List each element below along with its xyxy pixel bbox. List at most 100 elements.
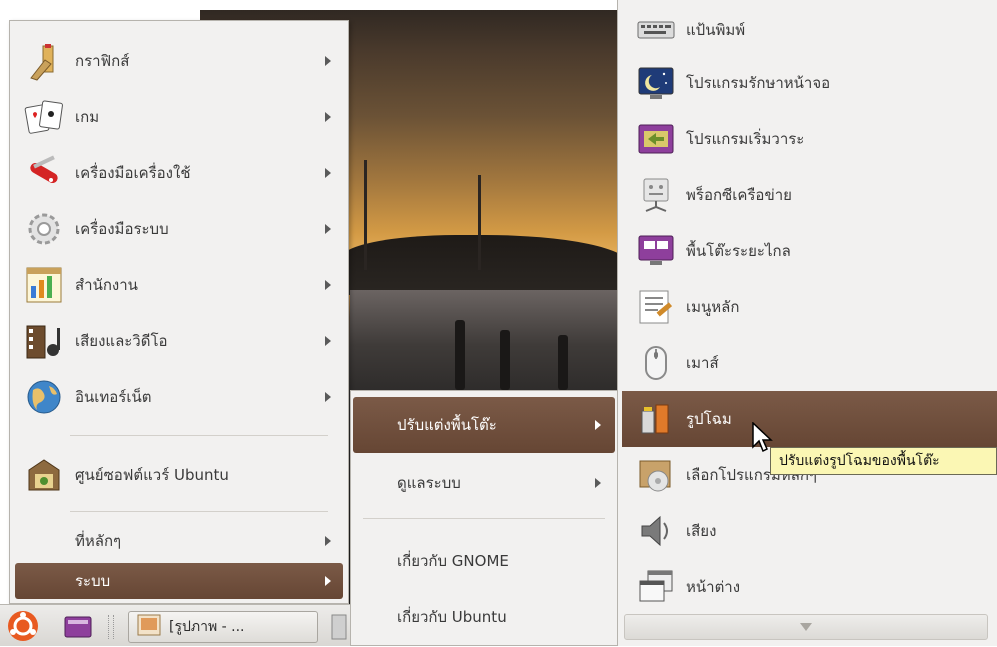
submenu-arrow-icon (325, 56, 331, 66)
submenu-arrow-icon (325, 392, 331, 402)
pref-item-label: เมาส์ (686, 354, 719, 372)
menu-item-graphics[interactable]: กราฟิกส์ (15, 35, 343, 87)
submenu-item-preferences[interactable]: ปรับแต่งพื้นโต๊ะ (353, 397, 615, 453)
pref-item-keyboard[interactable]: แป้นพิมพ์ (622, 2, 997, 58)
appearance-icon (636, 399, 676, 439)
remote-desktop-icon (636, 231, 676, 271)
pref-item-label: โปรแกรมเริ่มวาระ (686, 130, 805, 148)
submenu-item-label: ปรับแต่งพื้นโต๊ะ (397, 416, 497, 434)
menu-item-label: เครื่องมือระบบ (75, 220, 169, 238)
menu-item-label: เสียงและวิดีโอ (75, 332, 168, 350)
wallpaper-post (455, 320, 465, 390)
games-icon (23, 96, 65, 138)
tooltip: ปรับแต่งรูปโฉมของพื้นโต๊ะ (770, 447, 997, 475)
taskbar-window-button[interactable]: [รูปภาพ - ... (128, 611, 318, 643)
submenu-item-about-gnome[interactable]: เกี่ยวกับ GNOME (353, 533, 615, 589)
sound-icon (636, 511, 676, 551)
pref-item-label: พร็อกซีเครือข่าย (686, 186, 792, 204)
menu-item-software-center[interactable]: ศูนย์ซอฟต์แวร์ Ubuntu (15, 449, 343, 501)
menu-separator (70, 511, 328, 512)
image-viewer-icon (137, 614, 161, 640)
preferred-applications-icon (636, 455, 676, 495)
office-icon (23, 264, 65, 306)
wallpaper-treeline (340, 235, 630, 295)
internet-icon (23, 376, 65, 418)
taskbar-window-label: [รูปภาพ - ... (169, 619, 245, 635)
menu-item-office[interactable]: สำนักงาน (15, 259, 343, 311)
menu-item-places[interactable]: ที่หลักๆ (15, 519, 343, 563)
submenu-arrow-icon (325, 224, 331, 234)
menu-separator (363, 518, 605, 519)
windows-icon (636, 567, 676, 607)
graphics-icon (23, 40, 65, 82)
system-submenu: ปรับแต่งพื้นโต๊ะ ดูแลระบบ เกี่ยวกับ GNOM… (350, 390, 620, 646)
bottom-panel: [รูปภาพ - ... (0, 604, 350, 646)
software-center-icon (23, 454, 65, 496)
show-desktop-icon[interactable] (64, 615, 92, 643)
pref-item-main-menu[interactable]: เมนูหลัก (622, 279, 997, 335)
menu-item-accessories[interactable]: เครื่องมือเครื่องใช้ (15, 147, 343, 199)
pref-item-sound[interactable]: เสียง (622, 503, 997, 559)
menu-item-label: ที่หลักๆ (75, 532, 122, 550)
pref-item-startup-applications[interactable]: โปรแกรมเริ่มวาระ (622, 111, 997, 167)
submenu-item-label: เกี่ยวกับ GNOME (397, 552, 509, 570)
submenu-arrow-icon (325, 168, 331, 178)
wallpaper-mast (364, 160, 367, 270)
submenu-item-label: ดูแลระบบ (397, 474, 461, 492)
preferences-menu: แป้นพิมพ์ โปรแกรมรักษาหน้าจอ โปรแกรมเริ่… (617, 0, 997, 646)
ubuntu-logo-icon[interactable] (6, 609, 40, 647)
system-tools-icon (23, 208, 65, 250)
scroll-down-arrow-icon (800, 623, 812, 631)
pref-item-label: แป้นพิมพ์ (686, 21, 746, 39)
main-menu-icon (636, 287, 676, 327)
pref-item-windows[interactable]: หน้าต่าง (622, 559, 997, 615)
pref-item-label: เมนูหลัก (686, 298, 740, 316)
mouse-pointer-icon (752, 421, 774, 458)
menu-item-label: ระบบ (75, 572, 111, 590)
wallpaper-post (558, 335, 568, 390)
accessories-icon (23, 152, 65, 194)
startup-applications-icon (636, 119, 676, 159)
mouse-icon (636, 343, 676, 383)
submenu-item-administration[interactable]: ดูแลระบบ (353, 455, 615, 511)
keyboard-icon (636, 10, 676, 50)
menu-item-sound-video[interactable]: เสียงและวิดีโอ (15, 315, 343, 367)
submenu-arrow-icon (595, 478, 601, 488)
sound-video-icon (23, 320, 65, 362)
pref-item-label: เสียง (686, 522, 717, 540)
menu-item-label: เครื่องมือเครื่องใช้ (75, 164, 191, 182)
menu-item-games[interactable]: เกม (15, 91, 343, 143)
pref-item-appearance[interactable]: รูปโฉม (622, 391, 997, 447)
applications-menu: กราฟิกส์ เกม เครื่องมือเครื่องใช้ เครื่อ… (9, 20, 349, 604)
pref-item-label: รูปโฉม (686, 410, 732, 428)
menu-item-system[interactable]: ระบบ (15, 563, 343, 599)
pref-item-remote-desktop[interactable]: พื้นโต๊ะระยะไกล (622, 223, 997, 279)
menu-item-label: ศูนย์ซอฟต์แวร์ Ubuntu (75, 466, 229, 484)
submenu-item-label: เกี่ยวกับ Ubuntu (397, 608, 507, 626)
network-proxy-icon (636, 175, 676, 215)
submenu-arrow-icon (325, 112, 331, 122)
pref-item-label: โปรแกรมรักษาหน้าจอ (686, 74, 831, 92)
submenu-arrow-icon (595, 420, 601, 430)
menu-item-label: กราฟิกส์ (75, 52, 130, 70)
menu-separator (70, 435, 328, 436)
menu-item-system-tools[interactable]: เครื่องมือระบบ (15, 203, 343, 255)
submenu-arrow-icon (325, 280, 331, 290)
panel-app-icon[interactable] (330, 613, 348, 645)
submenu-arrow-icon (325, 536, 331, 546)
menu-item-internet[interactable]: อินเทอร์เน็ต (15, 371, 343, 423)
wallpaper-water (350, 290, 630, 400)
pref-item-mouse[interactable]: เมาส์ (622, 335, 997, 391)
submenu-arrow-icon (325, 576, 331, 586)
menu-scroll-down-button[interactable] (624, 614, 988, 640)
wallpaper-post (500, 330, 510, 390)
pref-item-network-proxy[interactable]: พร็อกซีเครือข่าย (622, 167, 997, 223)
pref-item-label: หน้าต่าง (686, 578, 741, 596)
menu-item-label: เกม (75, 108, 100, 126)
menu-item-label: อินเทอร์เน็ต (75, 388, 152, 406)
pref-item-screensaver[interactable]: โปรแกรมรักษาหน้าจอ (622, 55, 997, 111)
menu-item-label: สำนักงาน (75, 276, 138, 294)
panel-separator-handle (108, 615, 114, 639)
pref-item-label: พื้นโต๊ะระยะไกล (686, 242, 791, 260)
submenu-item-about-ubuntu[interactable]: เกี่ยวกับ Ubuntu (353, 589, 615, 645)
